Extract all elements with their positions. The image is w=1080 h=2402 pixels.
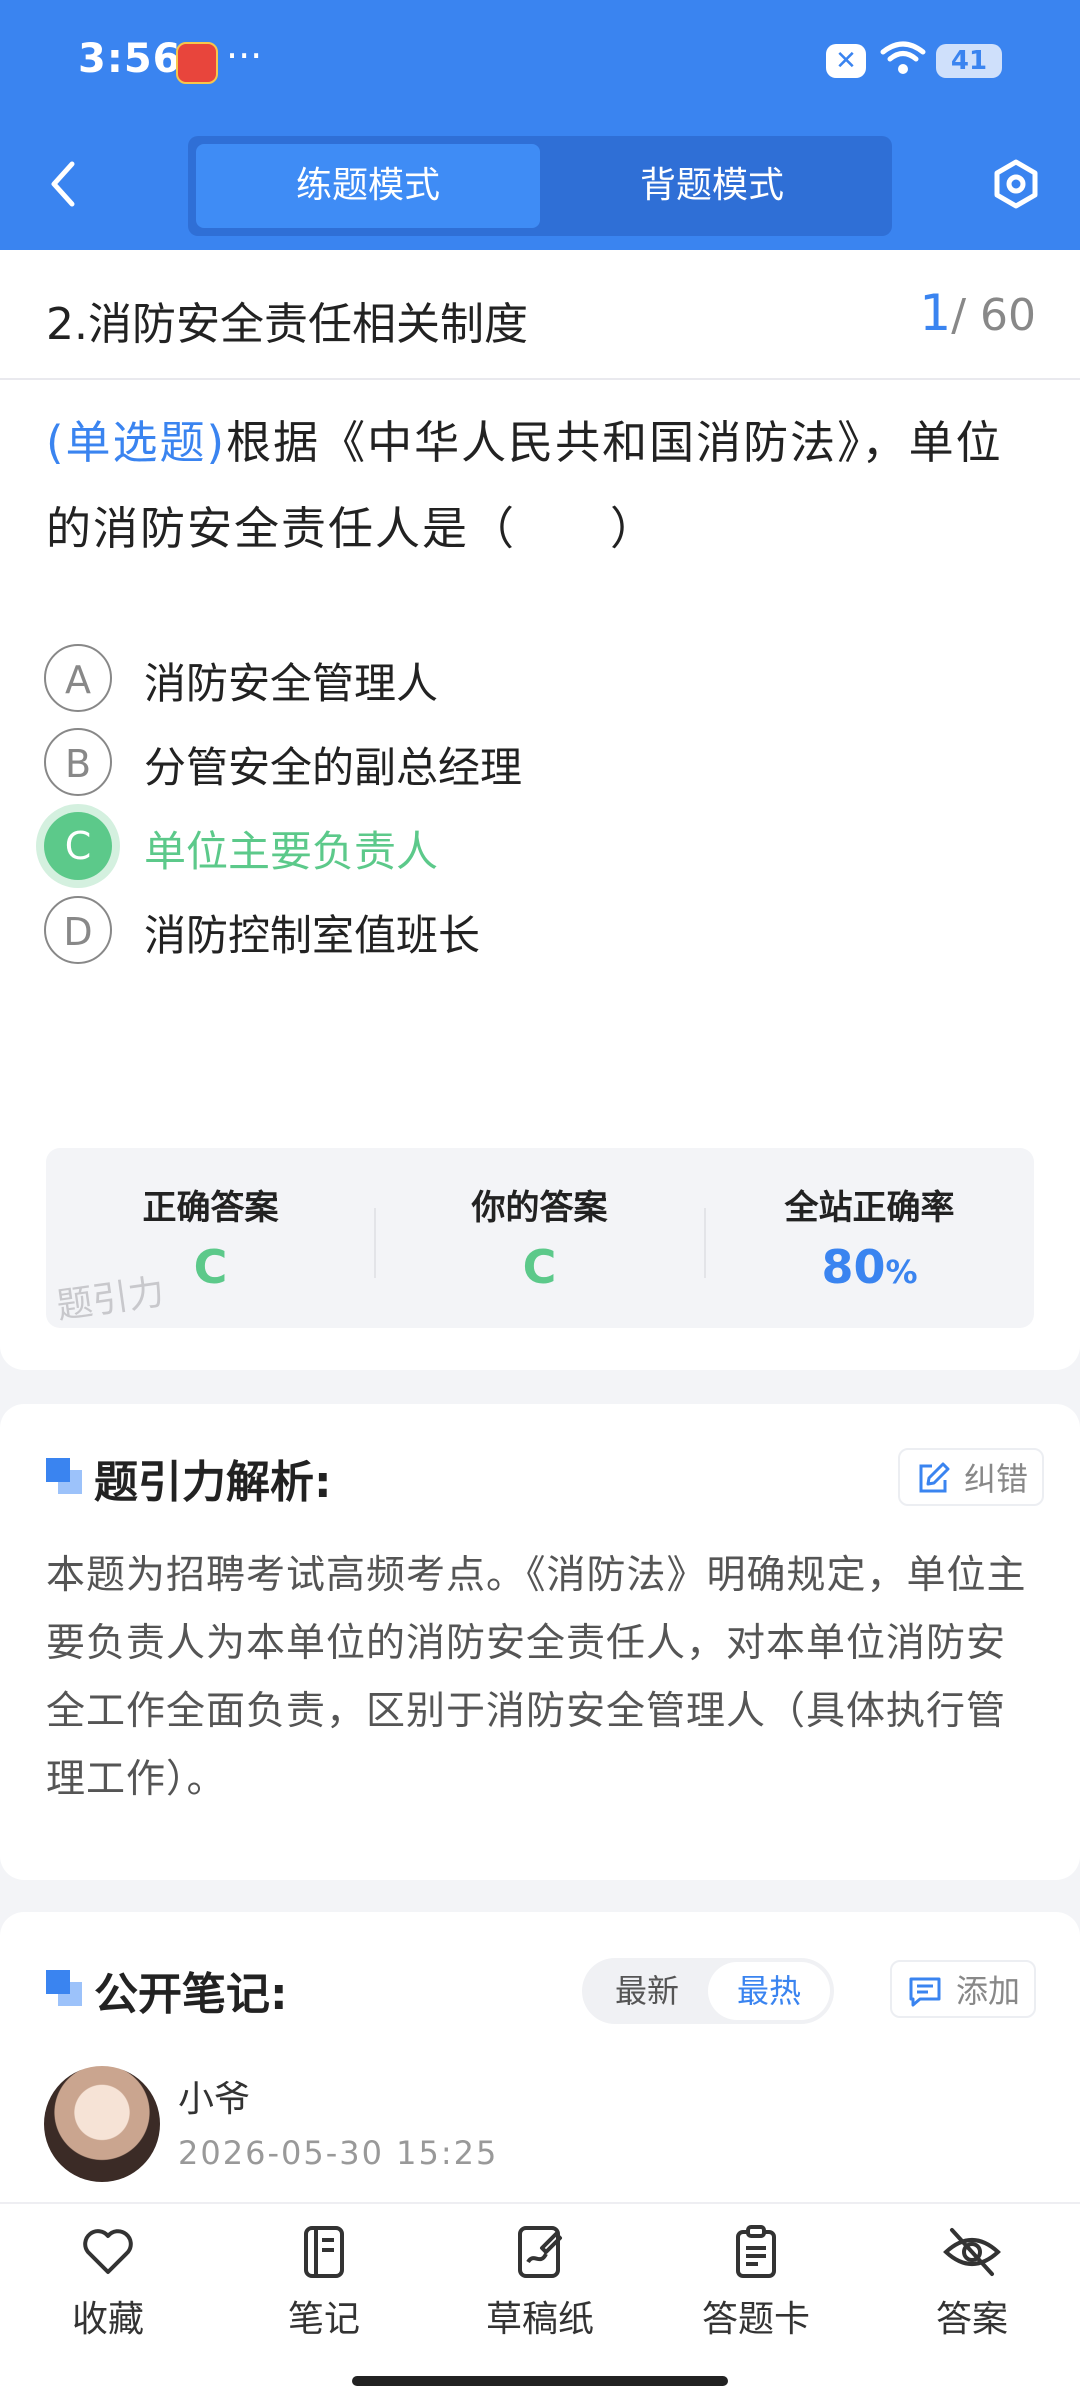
- close-icon: ✕: [826, 44, 866, 78]
- option-letter: A: [44, 644, 112, 712]
- tab-practice-mode[interactable]: 练题模式: [196, 144, 540, 228]
- option-d[interactable]: D 消防控制室值班长: [44, 890, 1024, 970]
- answer-card-button[interactable]: 答题卡: [666, 2224, 846, 2364]
- sort-hottest[interactable]: 最热: [708, 1962, 830, 2020]
- section-icon: [46, 1970, 82, 2006]
- back-button[interactable]: [44, 158, 84, 210]
- your-answer-stat: 你的答案 C: [375, 1148, 704, 1328]
- wifi-icon: [880, 41, 926, 74]
- notebook-icon: [304, 2226, 344, 2278]
- nav-label: 答案: [935, 2299, 1008, 2340]
- option-text: 消防控制室值班长: [144, 911, 481, 960]
- heart-icon: [83, 2229, 133, 2274]
- answer-card-icon: [736, 2225, 776, 2278]
- note-username[interactable]: 󠀠小爷: [178, 2070, 250, 2122]
- option-text: 单位主要负责人: [144, 827, 439, 876]
- option-a[interactable]: A 消防安全管理人: [44, 638, 1024, 718]
- avatar[interactable]: [44, 2066, 160, 2182]
- favorite-button[interactable]: 收藏: [18, 2224, 198, 2364]
- chapter-title: 2.消防安全责任相关制度: [46, 299, 528, 350]
- more-notifications-icon: ···: [226, 34, 263, 78]
- status-time: 3:56: [78, 36, 182, 82]
- nav-label: 草稿纸: [485, 2299, 594, 2340]
- add-note-button[interactable]: 添加: [890, 1960, 1037, 2018]
- option-text: 分管安全的副总经理: [144, 743, 523, 792]
- app-notification-icon: [176, 42, 218, 84]
- correct-rate-stat: 全站正确率 80%: [705, 1148, 1034, 1328]
- notes-title: 公开笔记:: [94, 1969, 288, 2020]
- analysis-text: 本题为招聘考试高频考点。《消防法》明确规定，单位主要负责人为本单位的消防安全责任…: [46, 1553, 1027, 1802]
- top-header: 3:56 ··· ✕ 41 练题模式 背题模式: [0, 0, 1080, 250]
- answer-stats: 正确答案 C 你的答案 C 全站正确率 80% 题引力: [46, 1148, 1034, 1328]
- nav-label: 收藏: [71, 2299, 144, 2340]
- add-note-label: 添加: [956, 1972, 1021, 2010]
- edit-icon: [919, 1462, 950, 1493]
- current-question-number: 1: [919, 284, 952, 342]
- notes-button[interactable]: 笔记: [234, 2224, 414, 2364]
- rate-unit: %: [885, 1253, 918, 1291]
- report-error-button[interactable]: 纠错: [898, 1448, 1045, 1506]
- stat-label: 你的答案: [471, 1188, 608, 1228]
- question-type: (单选题): [46, 416, 227, 469]
- nav-label: 笔记: [287, 2299, 360, 2340]
- option-text: 消防安全管理人: [144, 659, 439, 708]
- bottom-nav: 收藏 笔记 草稿纸 答题卡 答案: [0, 2202, 1080, 2402]
- tab-memorize-mode[interactable]: 背题模式: [540, 144, 884, 228]
- draft-icon: [518, 2226, 562, 2278]
- rate-number: 80: [821, 1240, 886, 1294]
- option-c[interactable]: C 单位主要负责人: [44, 806, 1024, 886]
- total-questions: / 60: [951, 290, 1036, 341]
- nav-label: 答题卡: [701, 2299, 810, 2340]
- home-indicator[interactable]: [352, 2376, 728, 2386]
- question-card: 2.消防安全责任相关制度 1/ 60 (单选题)根据《中华人民共和国消防法》，单…: [0, 250, 1080, 1370]
- question-counter: 1/ 60: [919, 284, 1036, 342]
- notes-card: 公开笔记: 最新 最热 添加 󠀠小爷 2026-05-30 15:25 单位主要…: [0, 1912, 1080, 2212]
- report-error-label: 纠错: [964, 1460, 1029, 1498]
- option-letter: D: [44, 896, 112, 964]
- sort-toggle: 最新 最热: [582, 1958, 834, 2024]
- mode-switch: 练题模式 背题模式: [188, 136, 892, 236]
- eye-off-icon: [943, 2228, 1001, 2276]
- option-b[interactable]: B 分管安全的副总经理: [44, 722, 1024, 802]
- draft-paper-button[interactable]: 草稿纸: [450, 2224, 630, 2364]
- stat-value: 80%: [705, 1240, 1034, 1294]
- section-icon: [46, 1458, 82, 1494]
- sort-latest[interactable]: 最新: [586, 1962, 708, 2020]
- note-timestamp: 2026-05-30 15:25: [178, 2134, 499, 2172]
- settings-button[interactable]: [990, 158, 1042, 210]
- analysis-title: 题引力解析:: [94, 1457, 332, 1508]
- option-letter: C: [44, 812, 112, 880]
- comment-icon: [909, 1977, 941, 2007]
- question-text: (单选题)根据《中华人民共和国消防法》，单位的消防安全责任人是（ ）: [46, 400, 1036, 572]
- show-answer-button[interactable]: 答案: [882, 2224, 1062, 2364]
- stat-label: 全站正确率: [784, 1188, 955, 1228]
- battery-icon: 41: [936, 44, 1002, 78]
- stat-label: 正确答案: [142, 1188, 279, 1228]
- option-letter: B: [44, 728, 112, 796]
- stat-value: C: [522, 1240, 557, 1294]
- divider: [0, 378, 1080, 380]
- analysis-card: 题引力解析: 纠错 本题为招聘考试高频考点。《消防法》明确规定，单位主要负责人为…: [0, 1404, 1080, 1880]
